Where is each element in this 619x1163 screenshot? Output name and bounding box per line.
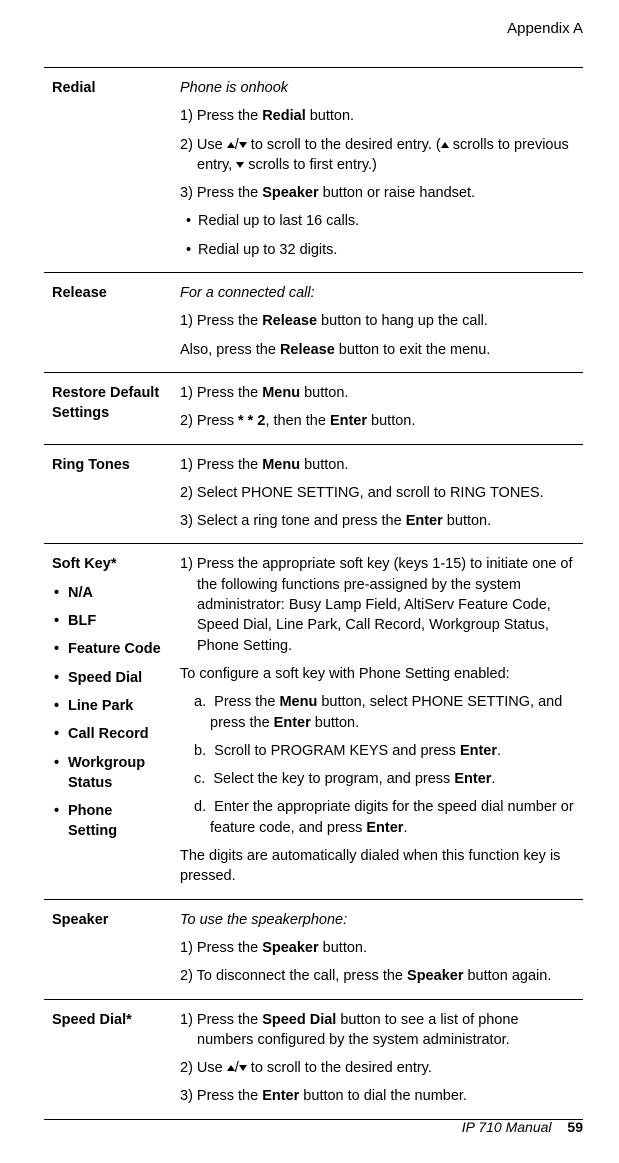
desc-speaker: To use the speakerphone: 1) Press the Sp…	[172, 899, 583, 999]
features-table: Redial Phone is onhook 1) Press the Redi…	[44, 67, 583, 1120]
list-item: Line Park	[68, 696, 164, 716]
row-speed-dial: Speed Dial* 1) Press the Speed Dial butt…	[44, 999, 583, 1119]
label-speaker: Speaker	[44, 899, 172, 999]
page: Appendix A Redial Phone is onhook 1) Pre…	[0, 0, 619, 1163]
speaker-step1: 1) Press the Speaker button.	[180, 938, 575, 958]
speeddial-step2: 2) Use / to scroll to the desired entry.	[180, 1058, 575, 1078]
list-item: BLF	[68, 611, 164, 631]
row-soft-key: Soft Key* N/A BLF Feature Code Speed Dia…	[44, 544, 583, 899]
label-speed-dial: Speed Dial*	[44, 999, 172, 1119]
up-arrow-icon	[227, 1065, 235, 1071]
label-redial: Redial	[44, 68, 172, 273]
redial-bullet1: Redial up to last 16 calls.	[180, 211, 575, 231]
row-restore: Restore Default Settings 1) Press the Me…	[44, 372, 583, 444]
row-redial: Redial Phone is onhook 1) Press the Redi…	[44, 68, 583, 273]
page-header: Appendix A	[44, 20, 583, 37]
softkey-note: The digits are automatically dialed when…	[180, 846, 575, 887]
softkey-c: c. Select the key to program, and press …	[180, 769, 575, 789]
softkey-a: a. Press the Menu button, select PHONE S…	[180, 692, 575, 733]
redial-step1: 1) Press the Redial button.	[180, 106, 575, 126]
footer-title: IP 710 Manual	[462, 1119, 552, 1135]
list-item: Speed Dial	[68, 668, 164, 688]
label-ring-tones: Ring Tones	[44, 444, 172, 544]
redial-step3: 3) Press the Speaker button or raise han…	[180, 183, 575, 203]
release-step1: 1) Press the Release button to hang up t…	[180, 311, 575, 331]
page-footer: IP 710 Manual 59	[462, 1119, 583, 1135]
desc-release: For a connected call: 1) Press the Relea…	[172, 273, 583, 373]
softkey-step1: 1) Press the appropriate soft key (keys …	[180, 554, 575, 655]
speaker-step2: 2) To disconnect the call, press the Spe…	[180, 966, 575, 986]
soft-key-sublist: N/A BLF Feature Code Speed Dial Line Par…	[52, 583, 164, 842]
release-also: Also, press the Release button to exit t…	[180, 340, 575, 360]
up-arrow-icon	[441, 142, 449, 148]
row-speaker: Speaker To use the speakerphone: 1) Pres…	[44, 899, 583, 999]
redial-bullet2: Redial up to 32 digits.	[180, 240, 575, 260]
softkey-d: d. Enter the appropriate digits for the …	[180, 797, 575, 838]
release-lead: For a connected call:	[180, 283, 575, 303]
redial-step2: 2) Use / to scroll to the desired entry.…	[180, 135, 575, 176]
desc-speed-dial: 1) Press the Speed Dial button to see a …	[172, 999, 583, 1119]
ring-step1: 1) Press the Menu button.	[180, 455, 575, 475]
list-item: Feature Code	[68, 639, 164, 659]
down-arrow-icon	[239, 142, 247, 148]
list-item: Phone Setting	[68, 801, 164, 842]
desc-redial: Phone is onhook 1) Press the Redial butt…	[172, 68, 583, 273]
footer-page-number: 59	[567, 1119, 583, 1135]
label-release: Release	[44, 273, 172, 373]
softkey-b: b. Scroll to PROGRAM KEYS and press Ente…	[180, 741, 575, 761]
ring-step3: 3) Select a ring tone and press the Ente…	[180, 511, 575, 531]
desc-soft-key: 1) Press the appropriate soft key (keys …	[172, 544, 583, 899]
list-item: N/A	[68, 583, 164, 603]
ring-step2: 2) Select PHONE SETTING, and scroll to R…	[180, 483, 575, 503]
desc-restore: 1) Press the Menu button. 2) Press * * 2…	[172, 372, 583, 444]
label-soft-key: Soft Key* N/A BLF Feature Code Speed Dia…	[44, 544, 172, 899]
down-arrow-icon	[239, 1065, 247, 1071]
row-release: Release For a connected call: 1) Press t…	[44, 273, 583, 373]
restore-step1: 1) Press the Menu button.	[180, 383, 575, 403]
desc-ring-tones: 1) Press the Menu button. 2) Select PHON…	[172, 444, 583, 544]
redial-lead: Phone is onhook	[180, 78, 575, 98]
label-restore: Restore Default Settings	[44, 372, 172, 444]
list-item: Call Record	[68, 724, 164, 744]
softkey-config: To configure a soft key with Phone Setti…	[180, 664, 575, 684]
restore-step2: 2) Press * * 2, then the Enter button.	[180, 411, 575, 431]
speeddial-step3: 3) Press the Enter button to dial the nu…	[180, 1086, 575, 1106]
up-arrow-icon	[227, 142, 235, 148]
speaker-lead: To use the speakerphone:	[180, 910, 575, 930]
row-ring-tones: Ring Tones 1) Press the Menu button. 2) …	[44, 444, 583, 544]
list-item: Workgroup Status	[68, 753, 164, 794]
speeddial-step1: 1) Press the Speed Dial button to see a …	[180, 1010, 575, 1051]
